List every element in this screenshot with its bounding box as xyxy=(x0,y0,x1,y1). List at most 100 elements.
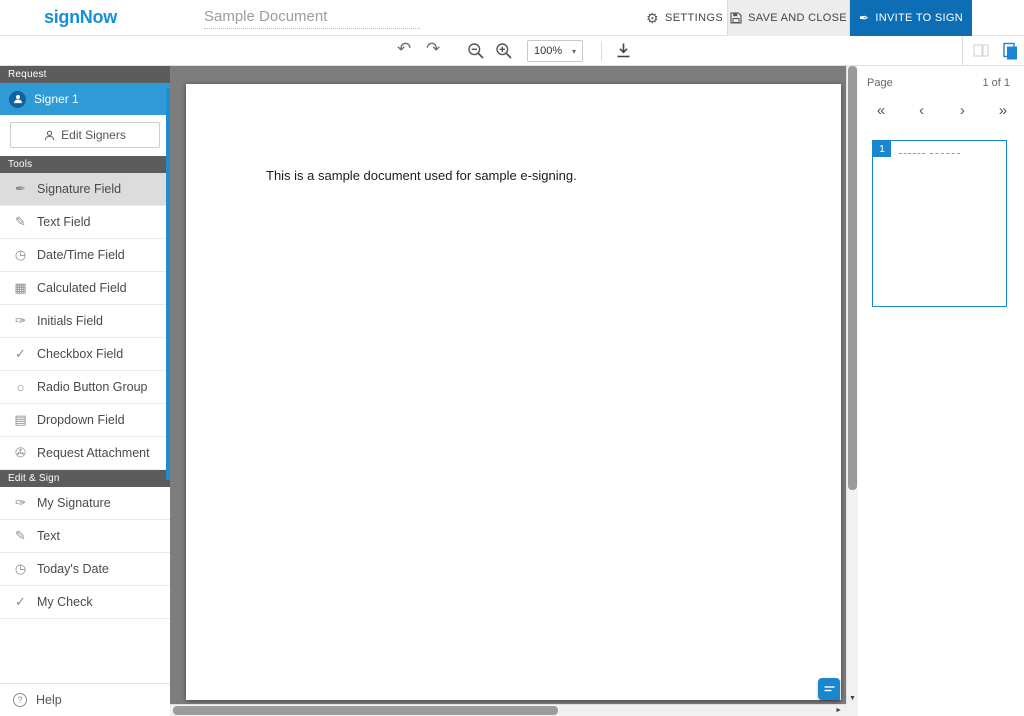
help-label: Help xyxy=(36,693,62,707)
feedback-chat-button[interactable] xyxy=(818,678,840,700)
tool-label: My Signature xyxy=(37,496,111,510)
document-canvas: This is a sample document used for sampl… xyxy=(170,66,858,716)
page-count: 1 of 1 xyxy=(982,77,1010,89)
check-icon: ✓ xyxy=(13,346,28,362)
edit-sign-section-header: Edit & Sign xyxy=(0,470,170,487)
document-body-text: This is a sample document used for sampl… xyxy=(266,168,577,183)
tool-label: Text xyxy=(37,529,60,543)
scroll-right-arrow-icon[interactable]: ► xyxy=(835,707,842,714)
sidebar-scrollbar-thumb[interactable] xyxy=(166,88,170,480)
pages-panel-toggle-icon[interactable] xyxy=(1001,42,1019,60)
invite-to-sign-label: INVITE TO SIGN xyxy=(875,12,963,24)
tools-sidebar: Request Signer 1 Edit Signers Tools ✒ Si… xyxy=(0,66,170,716)
tool-label: Today's Date xyxy=(37,562,109,576)
tool-label: Request Attachment xyxy=(37,446,150,460)
signer-1-item[interactable]: Signer 1 xyxy=(0,83,170,115)
tool-label: Radio Button Group xyxy=(37,380,148,394)
vertical-scrollbar[interactable]: ▼ xyxy=(846,66,858,704)
help-button[interactable]: ? Help xyxy=(0,683,170,716)
tool-label: Dropdown Field xyxy=(37,413,125,427)
tool-label: Text Field xyxy=(37,215,91,229)
editor-toolbar: ↶ ↷ 100% ▾ xyxy=(0,36,1024,66)
radio-circle-icon: ○ xyxy=(13,380,28,395)
signer-label: Signer 1 xyxy=(34,92,79,106)
scrollbar-corner xyxy=(846,704,858,716)
signnow-logo[interactable]: signNow xyxy=(44,7,117,28)
list-icon: ▤ xyxy=(13,412,28,428)
redo-button[interactable]: ↷ xyxy=(426,39,440,59)
download-button[interactable] xyxy=(615,42,632,59)
request-section-header: Request xyxy=(0,66,170,83)
tool-my-text[interactable]: ✎ Text xyxy=(0,520,170,553)
tool-dropdown-field[interactable]: ▤ Dropdown Field xyxy=(0,404,170,437)
tool-todays-date[interactable]: ◷ Today's Date xyxy=(0,553,170,586)
tool-label: Calculated Field xyxy=(37,281,127,295)
chevron-down-icon: ▾ xyxy=(572,47,576,56)
pages-panel: Page 1 of 1 « ‹ › » 1 xyxy=(858,66,1024,716)
tool-radio-button-group[interactable]: ○ Radio Button Group xyxy=(0,371,170,404)
page-thumbnail[interactable]: 1 xyxy=(872,140,1007,307)
tool-my-check[interactable]: ✓ My Check xyxy=(0,586,170,619)
nib-outline-icon: ✑ xyxy=(13,495,28,511)
tool-request-attachment[interactable]: ✇ Request Attachment xyxy=(0,437,170,470)
invite-to-sign-button[interactable]: ✒ INVITE TO SIGN xyxy=(850,0,972,36)
tool-label: Checkbox Field xyxy=(37,347,123,361)
clock-icon: ◷ xyxy=(13,561,28,577)
calculator-icon: ▦ xyxy=(13,280,28,296)
gear-icon: ⚙ xyxy=(646,10,659,27)
pencil-icon: ✎ xyxy=(13,214,28,230)
clock-icon: ◷ xyxy=(13,247,28,263)
edit-signers-button[interactable]: Edit Signers xyxy=(10,122,160,148)
save-icon xyxy=(730,12,742,24)
tool-calculated-field[interactable]: ▦ Calculated Field xyxy=(0,272,170,305)
nib-outline-icon: ✑ xyxy=(13,313,28,329)
settings-label: SETTINGS xyxy=(665,12,723,24)
paperclip-icon: ✇ xyxy=(13,445,28,461)
document-title-field[interactable]: Sample Document xyxy=(204,8,420,29)
edit-signers-area: Edit Signers xyxy=(0,115,170,156)
zoom-in-button[interactable] xyxy=(495,42,513,60)
edit-signers-label: Edit Signers xyxy=(61,128,126,142)
page-label: Page xyxy=(867,77,893,89)
tools-section-header: Tools xyxy=(0,156,170,173)
vertical-scrollbar-thumb[interactable] xyxy=(848,66,857,490)
horizontal-scrollbar-thumb[interactable] xyxy=(173,706,558,715)
toolbar-divider xyxy=(601,41,602,61)
question-circle-icon: ? xyxy=(13,693,27,707)
tool-signature-field[interactable]: ✒ Signature Field xyxy=(0,173,170,206)
pages-header: Page 1 of 1 xyxy=(858,66,1024,89)
document-page[interactable]: This is a sample document used for sampl… xyxy=(186,84,841,700)
person-icon xyxy=(44,130,55,141)
zoom-out-button[interactable] xyxy=(467,42,485,60)
zoom-level-value: 100% xyxy=(534,45,562,57)
tool-date-time-field[interactable]: ◷ Date/Time Field xyxy=(0,239,170,272)
pencil-icon: ✎ xyxy=(13,528,28,544)
horizontal-scrollbar[interactable]: ► xyxy=(170,704,846,716)
signer-avatar-icon xyxy=(9,91,26,108)
pen-icon: ✒ xyxy=(859,11,869,25)
check-icon: ✓ xyxy=(13,594,28,610)
undo-button[interactable]: ↶ xyxy=(397,39,411,59)
tool-checkbox-field[interactable]: ✓ Checkbox Field xyxy=(0,338,170,371)
settings-button[interactable]: ⚙ SETTINGS xyxy=(646,0,723,36)
last-page-button[interactable]: » xyxy=(992,102,1014,120)
thumbnails-view-icon xyxy=(972,42,990,60)
save-and-close-button[interactable]: SAVE AND CLOSE xyxy=(727,0,850,36)
next-page-button[interactable]: › xyxy=(951,102,973,120)
save-and-close-label: SAVE AND CLOSE xyxy=(748,12,847,24)
tool-initials-field[interactable]: ✑ Initials Field xyxy=(0,305,170,338)
tool-label: Initials Field xyxy=(37,314,103,328)
page-thumbnail-number: 1 xyxy=(873,141,891,157)
scroll-down-arrow-icon[interactable]: ▼ xyxy=(847,695,858,702)
first-page-button[interactable]: « xyxy=(870,102,892,120)
zoom-level-select[interactable]: 100% ▾ xyxy=(527,40,583,62)
thumbnail-text-preview xyxy=(899,153,960,154)
tool-label: Date/Time Field xyxy=(37,248,125,262)
page-navigation: « ‹ › » xyxy=(858,89,1024,120)
tool-my-signature[interactable]: ✑ My Signature xyxy=(0,487,170,520)
tool-label: Signature Field xyxy=(37,182,121,196)
tool-text-field[interactable]: ✎ Text Field xyxy=(0,206,170,239)
pen-nib-icon: ✒ xyxy=(13,181,28,197)
previous-page-button[interactable]: ‹ xyxy=(911,102,933,120)
tool-label: My Check xyxy=(37,595,93,609)
